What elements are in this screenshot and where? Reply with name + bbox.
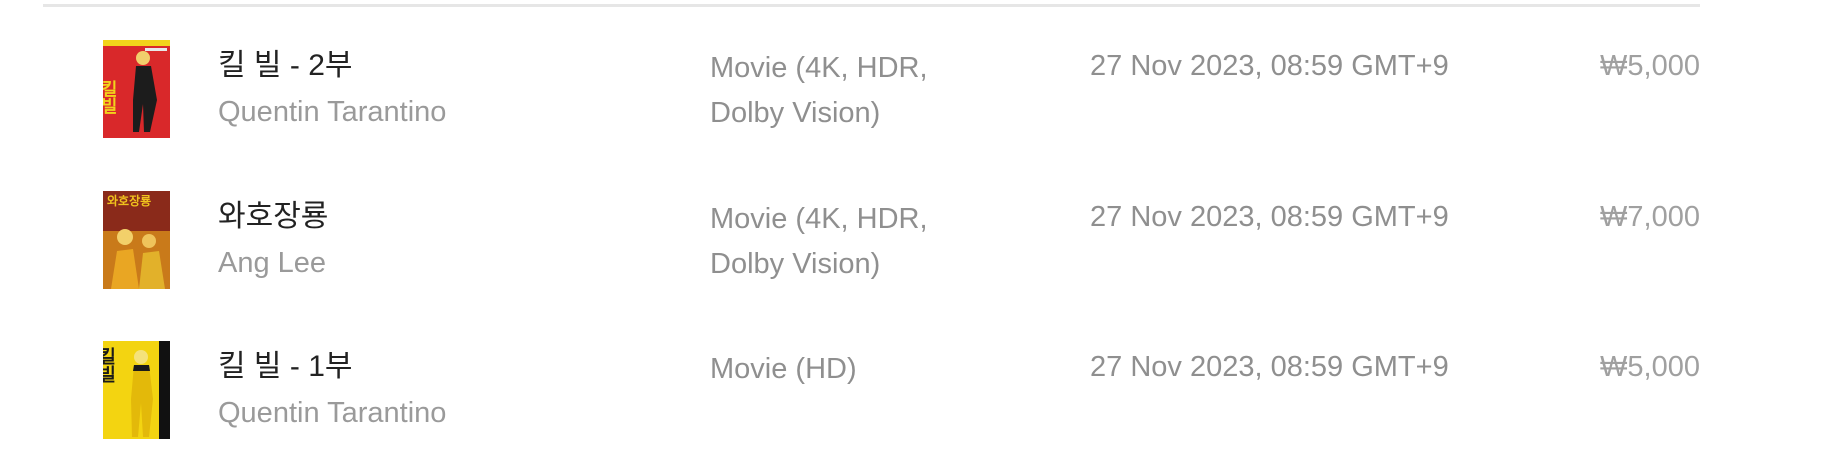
movie-title[interactable]: 킬 빌 - 1부 [218, 347, 352, 387]
movie-format: Movie (4K, HDR, Dolby Vision) [710, 52, 928, 129]
movie-title[interactable]: 킬 빌 - 2부 [218, 46, 352, 86]
purchase-row[interactable]: 와호장룡 와호장룡 Ang Lee Movie (4K, HDR, Dolby … [0, 191, 1833, 301]
purchase-row[interactable]: 킬빌 킬 빌 - 2부 Quentin Tarantino Movie (4K,… [0, 40, 1833, 150]
purchase-price: ₩5,000 [1600, 351, 1700, 383]
movie-director: Quentin Tarantino [218, 96, 447, 128]
movie-director: Quentin Tarantino [218, 397, 447, 429]
purchase-row[interactable]: 킬빌 킬 빌 - 1부 Quentin Tarantino Movie (HD)… [0, 341, 1833, 451]
poster-figure-head [142, 234, 156, 248]
poster-figure-head [134, 350, 148, 364]
purchase-price: ₩5,000 [1600, 50, 1700, 82]
purchase-date: 27 Nov 2023, 08:59 GMT+9 [1090, 201, 1449, 233]
poster-figure-head [136, 51, 150, 65]
purchase-date: 27 Nov 2023, 08:59 GMT+9 [1090, 351, 1449, 383]
top-divider [43, 4, 1700, 7]
purchase-date: 27 Nov 2023, 08:59 GMT+9 [1090, 50, 1449, 82]
movie-director: Ang Lee [218, 247, 327, 279]
movie-poster[interactable]: 와호장룡 [103, 191, 170, 289]
poster-title-text: 킬빌 [103, 347, 117, 383]
poster-figure-belt [133, 365, 150, 371]
purchase-price: ₩7,000 [1600, 201, 1700, 233]
poster-sword [145, 48, 167, 51]
poster-side-stripe [159, 341, 170, 439]
poster-top-band [103, 40, 170, 46]
poster-figure-head [117, 229, 133, 245]
movie-poster[interactable]: 킬빌 [103, 341, 170, 439]
poster-title-text: 킬빌 [103, 80, 117, 114]
movie-poster[interactable]: 킬빌 [103, 40, 170, 138]
poster-title-text: 와호장룡 [107, 193, 151, 208]
movie-format: Movie (4K, HDR, Dolby Vision) [710, 203, 928, 280]
movie-title[interactable]: 와호장룡 [218, 197, 328, 237]
movie-format: Movie (HD) [710, 353, 857, 385]
